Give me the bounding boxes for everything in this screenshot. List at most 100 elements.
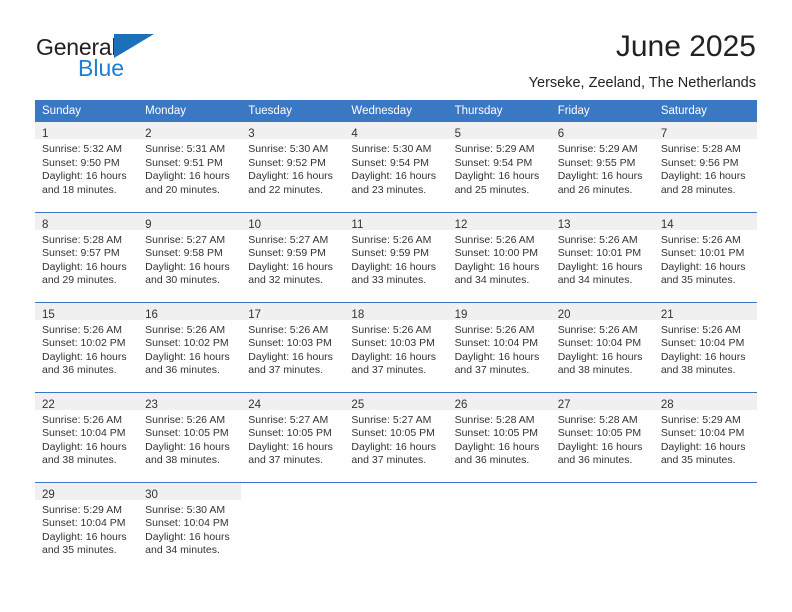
day-number-band: 4 — [344, 122, 448, 140]
sunset-text: Sunset: 10:04 PM — [145, 517, 229, 529]
daylight-text: Daylight: 16 hours and 35 minutes. — [660, 260, 746, 287]
day-number: 5 — [454, 128, 461, 140]
sunrise-text: Sunrise: 5:29 AM — [660, 413, 741, 426]
day-number: 28 — [660, 398, 674, 411]
day-number: 12 — [454, 218, 468, 231]
day-number: 2 — [145, 128, 152, 140]
calendar-day-cell[interactable]: 8 Sunrise: 5:28 AM Sunset: 9:57 PM Daylight… — [35, 211, 139, 302]
day-number-band: 14 — [653, 212, 757, 231]
calendar-day-cell[interactable]: 29 Sunrise: 5:29 AM Sunset: 10:04 PM Daylig… — [35, 481, 139, 572]
calendar-day-cell[interactable]: 6 Sunrise: 5:29 AM Sunset: 9:55 PM Daylight… — [550, 122, 654, 212]
calendar-day-cell[interactable]: 2 Sunrise: 5:31 AM Sunset: 9:51 PM Daylight… — [138, 122, 242, 212]
calendar-day-cell[interactable]: 3 Sunrise: 5:30 AM Sunset: 9:52 PM Daylight… — [241, 122, 345, 212]
day-number-band: 22 — [35, 392, 139, 411]
sunset-text: Sunset: 10:04 PM — [454, 337, 539, 349]
calendar-day-cell[interactable]: 22 Sunrise: 5:26 AM Sunset: 10:04 PM Daylig… — [35, 391, 139, 482]
sunrise-text: Sunrise: 5:29 AM — [557, 143, 638, 155]
calendar-day-cell[interactable]: 13 Sunrise: 5:26 AM Sunset: 10:01 PM Daylig… — [550, 211, 654, 302]
day-number-band: 7 — [653, 122, 757, 140]
day-number-band — [344, 483, 447, 500]
day-sun-info: Sunrise: 5:29 AM Sunset: 9:54 PM Daylight:… — [448, 139, 551, 197]
calendar-week-row: 8 Sunrise: 5:28 AM Sunset: 9:57 PM Daylight… — [35, 211, 757, 302]
weekday-header-tuesday: Tuesday — [241, 100, 345, 122]
sunset-text: Sunset: 10:04 PM — [660, 337, 745, 349]
day-number-band: 1 — [35, 122, 139, 140]
sunset-text: Sunset: 9:50 PM — [42, 156, 120, 169]
calendar-day-cell[interactable]: 10 Sunrise: 5:27 AM Sunset: 9:59 PM Dayligh… — [241, 211, 345, 302]
daylight-text: Daylight: 16 hours and 22 minutes. — [248, 170, 333, 196]
day-number-band: 21 — [653, 302, 757, 321]
sunrise-text: Sunrise: 5:26 AM — [42, 323, 122, 336]
sunrise-text: Sunrise: 5:27 AM — [145, 233, 226, 246]
day-number: 4 — [351, 128, 358, 140]
calendar-day-cell[interactable]: 9 Sunrise: 5:27 AM Sunset: 9:58 PM Daylight… — [138, 211, 242, 302]
calendar-day-cell[interactable]: 5 Sunrise: 5:29 AM Sunset: 9:54 PM Daylight… — [447, 122, 551, 212]
calendar-day-cell[interactable]: 26 Sunrise: 5:28 AM Sunset: 10:05 PM Daylig… — [447, 391, 551, 482]
day-number-band: 6 — [550, 122, 654, 140]
calendar-week-row: 1 Sunrise: 5:32 AM Sunset: 9:50 PM Daylight… — [35, 122, 757, 212]
general-blue-logo[interactable]: General Blue — [36, 30, 155, 80]
day-number: 25 — [351, 398, 365, 411]
calendar-day-cell[interactable]: 20 Sunrise: 5:26 AM Sunset: 10:04 PM Daylig… — [550, 301, 654, 392]
calendar-day-cell[interactable]: 25 Sunrise: 5:27 AM Sunset: 10:05 PM Daylig… — [344, 391, 448, 482]
day-sun-info: Sunrise: 5:30 AM Sunset: 9:52 PM Daylight:… — [241, 139, 344, 197]
day-number: 3 — [248, 128, 255, 140]
sunrise-text: Sunrise: 5:26 AM — [145, 323, 226, 336]
day-sun-info: Sunrise: 5:26 AM Sunset: 9:59 PM Daylight:… — [344, 230, 447, 288]
weekday-header-sunday: Sunday — [35, 100, 139, 122]
daylight-text: Daylight: 16 hours and 37 minutes. — [351, 350, 437, 377]
calendar-week-row: 15 Sunrise: 5:26 AM Sunset: 10:02 PM Daylig… — [35, 301, 757, 392]
day-sun-info: Sunrise: 5:32 AM Sunset: 9:50 PM Daylight:… — [35, 139, 138, 197]
title-block: June 2025 Yerseke, Zeeland, The Netherla… — [529, 30, 756, 92]
calendar-day-cell[interactable]: 24 Sunrise: 5:27 AM Sunset: 10:05 PM Daylig… — [241, 391, 345, 482]
sunrise-text: Sunrise: 5:28 AM — [454, 413, 535, 426]
day-number: 24 — [248, 398, 262, 411]
daylight-text: Daylight: 16 hours and 29 minutes. — [42, 260, 127, 287]
daylight-text: Daylight: 16 hours and 34 minutes. — [454, 260, 540, 287]
day-number-band: 12 — [447, 212, 551, 231]
day-number: 13 — [557, 218, 571, 231]
weekday-header-thursday: Thursday — [447, 100, 551, 122]
calendar-day-cell[interactable]: 4 Sunrise: 5:30 AM Sunset: 9:54 PM Daylight… — [344, 122, 448, 212]
page-header: General Blue June 2025 Yerseke, Zeeland,… — [0, 0, 792, 100]
calendar-day-cell[interactable]: 28 Sunrise: 5:29 AM Sunset: 10:04 PM Daylig… — [653, 391, 757, 482]
sunrise-text: Sunrise: 5:26 AM — [351, 323, 432, 336]
calendar-day-cell[interactable]: 16 Sunrise: 5:26 AM Sunset: 10:02 PM Daylig… — [138, 301, 242, 392]
calendar-week-row: 22 Sunrise: 5:26 AM Sunset: 10:04 PM Daylig… — [35, 391, 757, 482]
calendar-day-cell[interactable]: 18 Sunrise: 5:26 AM Sunset: 10:03 PM Daylig… — [344, 301, 448, 392]
calendar-day-cell[interactable]: 17 Sunrise: 5:26 AM Sunset: 10:03 PM Daylig… — [241, 301, 345, 392]
calendar-day-cell[interactable]: 12 Sunrise: 5:26 AM Sunset: 10:00 PM Daylig… — [447, 211, 551, 302]
calendar-day-cell[interactable]: 23 Sunrise: 5:26 AM Sunset: 10:05 PM Daylig… — [138, 391, 242, 482]
day-sun-info: Sunrise: 5:27 AM Sunset: 9:59 PM Daylight:… — [241, 230, 344, 288]
calendar-day-cell[interactable]: 19 Sunrise: 5:26 AM Sunset: 10:04 PM Daylig… — [447, 301, 551, 392]
day-sun-info: Sunrise: 5:26 AM Sunset: 10:05 PM Daylight… — [138, 410, 241, 468]
day-number: 30 — [145, 488, 158, 501]
sunset-text: Sunset: 9:52 PM — [248, 156, 326, 169]
daylight-text: Daylight: 16 hours and 37 minutes. — [248, 350, 333, 377]
calendar-table: Sunday Monday Tuesday Wednesday Thursday… — [35, 100, 757, 572]
sunset-text: Sunset: 10:05 PM — [557, 427, 642, 439]
daylight-text: Daylight: 16 hours and 25 minutes. — [454, 170, 540, 196]
sunrise-text: Sunrise: 5:26 AM — [557, 323, 638, 336]
calendar-day-cell[interactable]: 14 Sunrise: 5:26 AM Sunset: 10:01 PM Daylig… — [653, 211, 757, 302]
calendar-day-cell-empty — [447, 481, 551, 572]
calendar-day-cell[interactable]: 7 Sunrise: 5:28 AM Sunset: 9:56 PM Daylight… — [653, 122, 757, 212]
day-number: 14 — [660, 218, 674, 231]
day-number-band: 20 — [550, 302, 654, 321]
day-number: 21 — [660, 308, 674, 321]
day-number-band: 5 — [447, 122, 551, 140]
calendar-day-cell[interactable]: 30 Sunrise: 5:30 AM Sunset: 10:04 PM Daylig… — [138, 481, 242, 572]
calendar-day-cell[interactable]: 15 Sunrise: 5:26 AM Sunset: 10:02 PM Daylig… — [35, 301, 139, 392]
sunrise-text: Sunrise: 5:28 AM — [557, 413, 638, 426]
calendar-day-cell[interactable]: 27 Sunrise: 5:28 AM Sunset: 10:05 PM Daylig… — [550, 391, 654, 482]
calendar-day-cell[interactable]: 11 Sunrise: 5:26 AM Sunset: 9:59 PM Dayligh… — [344, 211, 448, 302]
sunset-text: Sunset: 10:03 PM — [248, 337, 332, 349]
sunrise-text: Sunrise: 5:26 AM — [454, 233, 535, 246]
calendar-day-cell-empty — [653, 481, 757, 572]
day-sun-info: Sunrise: 5:26 AM Sunset: 10:00 PM Daylight… — [448, 230, 551, 288]
daylight-text: Daylight: 16 hours and 37 minutes. — [454, 350, 540, 377]
calendar-day-cell[interactable]: 1 Sunrise: 5:32 AM Sunset: 9:50 PM Daylight… — [35, 122, 139, 212]
calendar-day-cell[interactable]: 21 Sunrise: 5:26 AM Sunset: 10:04 PM Daylig… — [653, 301, 757, 392]
daylight-text: Daylight: 16 hours and 28 minutes. — [660, 170, 746, 196]
day-sun-info: Sunrise: 5:28 AM Sunset: 9:57 PM Daylight:… — [35, 230, 138, 288]
